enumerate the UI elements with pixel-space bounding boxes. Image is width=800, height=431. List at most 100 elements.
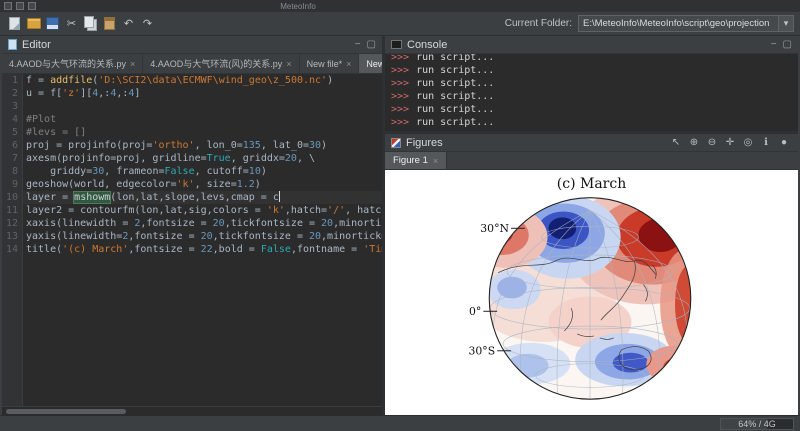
code-line[interactable]: 6proj = projinfo(proj='ortho', lon_0=135… — [2, 139, 382, 152]
tab-close-icon[interactable]: × — [130, 59, 135, 69]
code-line[interactable]: 5#levs = [] — [2, 126, 382, 139]
rotate-icon[interactable]: ● — [776, 135, 792, 150]
editor-icon — [8, 39, 17, 50]
line-number: 5 — [2, 126, 22, 139]
cut-icon[interactable]: ✂ — [63, 15, 80, 32]
code-text: layer = mshowm(lon,lat,slope,levs,cmap =… — [22, 191, 280, 204]
tab-close-icon[interactable]: × — [286, 59, 291, 69]
float-panel-icon[interactable]: ▢ — [783, 39, 792, 50]
editor-panel-header: Editor − ▢ — [2, 36, 382, 54]
line-number: 2 — [2, 87, 22, 100]
editor-tab[interactable]: 4.AAOD与大气环流的关系.py × — [2, 54, 143, 73]
zoom-in-icon[interactable]: ⊕ — [686, 135, 702, 150]
figures-icon — [391, 138, 401, 148]
editor-panel: Editor − ▢ 4.AAOD与大气环流的关系.py×4.AAOD与大气环流… — [2, 36, 382, 415]
code-text: griddy=30, frameon=False, cutoff=10) — [22, 165, 267, 178]
identify-icon[interactable]: ℹ — [758, 135, 774, 150]
memory-usage-text: 64% / 4G — [721, 419, 793, 430]
code-line[interactable]: 8 griddy=30, frameon=False, cutoff=10) — [2, 165, 382, 178]
status-bar: 64% / 4G — [0, 415, 800, 431]
lat-label-0: 0° — [469, 305, 481, 318]
current-folder-label: Current Folder: — [505, 18, 572, 29]
console-body[interactable]: >>>run script...>>>run script...>>>run s… — [385, 54, 798, 131]
paste-icon[interactable] — [101, 15, 118, 32]
editor-tab[interactable]: New file*× — [359, 54, 382, 73]
console-message: run script... — [416, 91, 494, 102]
tab-label: 4.AAOD与大气环流的关系.py — [9, 57, 126, 70]
console-icon — [391, 40, 402, 49]
copy-icon[interactable] — [82, 15, 99, 32]
tab-close-icon[interactable]: × — [433, 156, 438, 166]
line-number: 13 — [2, 230, 22, 243]
current-folder-combobox[interactable]: E:\MeteoInfo\MeteoInfo\script\geo\projec… — [578, 15, 794, 32]
line-number: 14 — [2, 243, 22, 256]
line-number: 12 — [2, 217, 22, 230]
main-toolbar: ✂ ↶↷ Current Folder: E:\MeteoInfo\MeteoIn… — [0, 12, 800, 36]
code-line[interactable]: 13yaxis(linewidth=2,fontsize = 20,tickfo… — [2, 230, 382, 243]
layers-icon[interactable] — [16, 2, 24, 10]
app-menu-icon[interactable] — [4, 2, 12, 10]
console-prompt: >>> — [391, 104, 409, 115]
code-text: #Plot — [22, 113, 56, 126]
console-message: run script... — [416, 117, 494, 128]
code-text: #levs = [] — [22, 126, 86, 139]
current-folder-path: E:\MeteoInfo\MeteoInfo\script\geo\projec… — [579, 18, 778, 29]
lat-label-30n: 30°N — [480, 222, 509, 235]
line-number: 10 — [2, 191, 22, 204]
undo-icon[interactable]: ↶ — [120, 15, 137, 32]
globe-fill-contours — [465, 186, 726, 399]
float-panel-icon[interactable]: ▢ — [367, 39, 376, 50]
code-text: yaxis(linewidth=2,fontsize = 20,tickfont… — [22, 230, 382, 243]
console-panel-header: Console − ▢ — [385, 36, 798, 54]
code-line[interactable]: 4#Plot — [2, 113, 382, 126]
code-line[interactable]: 1f = addfile('D:\SCI2\data\ECMWF\wind_ge… — [2, 74, 382, 87]
code-line[interactable]: 10layer = mshowm(lon,lat,slope,levs,cmap… — [2, 191, 382, 204]
toolbar-icons: ✂ ↶↷ — [6, 15, 156, 32]
code-area[interactable]: 1f = addfile('D:\SCI2\data\ECMWF\wind_ge… — [2, 74, 382, 406]
console-prompt: >>> — [391, 65, 409, 76]
tab-close-icon[interactable]: × — [346, 59, 351, 69]
new-file-icon[interactable] — [6, 15, 23, 32]
editor-tab[interactable]: New file*× — [300, 54, 360, 73]
console-output-line: >>>run script... — [391, 90, 792, 103]
minimize-panel-icon[interactable]: − — [355, 39, 361, 50]
main-area: Editor − ▢ 4.AAOD与大气环流的关系.py×4.AAOD与大气环流… — [0, 36, 800, 415]
code-line[interactable]: 11layer2 = contourfm(lon,lat,sig,colors … — [2, 204, 382, 217]
code-line[interactable]: 14title('(c) March',fontsize = 22,bold =… — [2, 243, 382, 256]
open-file-icon[interactable] — [25, 15, 42, 32]
code-text: geoshow(world, edgecolor='k', size=1.2) — [22, 178, 261, 191]
console-prompt: >>> — [391, 117, 409, 128]
memory-usage[interactable]: 64% / 4G — [720, 418, 794, 430]
window-title: MeteoInfo — [280, 2, 316, 11]
minimize-panel-icon[interactable]: − — [771, 39, 777, 50]
code-line[interactable]: 12xaxis(linewidth = 2,fontsize = 20,tick… — [2, 217, 382, 230]
code-line[interactable]: 2u = f['z'][4,:4,:4] — [2, 87, 382, 100]
lat-label-30s: 30°S — [468, 345, 495, 358]
select-icon[interactable]: ↖ — [668, 135, 684, 150]
code-text: f = addfile('D:\SCI2\data\ECMWF\wind_geo… — [22, 74, 333, 87]
globe-plot[interactable]: 30°N 0° 30°S — [385, 170, 798, 415]
console-message: run script... — [416, 54, 494, 63]
pan-icon[interactable]: ✛ — [722, 135, 738, 150]
figure-content[interactable]: (c) March — [385, 170, 798, 415]
full-extent-icon[interactable]: ◎ — [740, 135, 756, 150]
line-number: 4 — [2, 113, 22, 126]
line-number: 9 — [2, 178, 22, 191]
map-view-icon[interactable] — [28, 2, 36, 10]
code-text: layer2 = contourfm(lon,lat,sig,colors = … — [22, 204, 382, 217]
figure-tab[interactable]: Figure 1 × — [385, 152, 447, 169]
titlebar: MeteoInfo — [0, 0, 800, 12]
code-line[interactable]: 9geoshow(world, edgecolor='k', size=1.2) — [2, 178, 382, 191]
editor-hscrollbar[interactable] — [2, 406, 382, 415]
figures-panel: Figures ↖⊕⊖✛◎ℹ● Figure 1 × (c) March — [385, 134, 798, 415]
zoom-out-icon[interactable]: ⊖ — [704, 135, 720, 150]
console-output-line: >>>run script... — [391, 54, 792, 64]
code-line[interactable]: 7axesm(projinfo=proj, gridline=True, gri… — [2, 152, 382, 165]
code-line[interactable]: 3 — [2, 100, 382, 113]
redo-icon[interactable]: ↷ — [139, 15, 156, 32]
editor-tab[interactable]: 4.AAOD与大气环流(风)的关系.py× — [143, 54, 299, 73]
code-text: u = f['z'][4,:4,:4] — [22, 87, 140, 100]
dropdown-arrow-icon[interactable]: ▾ — [778, 16, 793, 31]
save-icon[interactable] — [44, 15, 61, 32]
hscrollbar-thumb[interactable] — [6, 409, 126, 414]
